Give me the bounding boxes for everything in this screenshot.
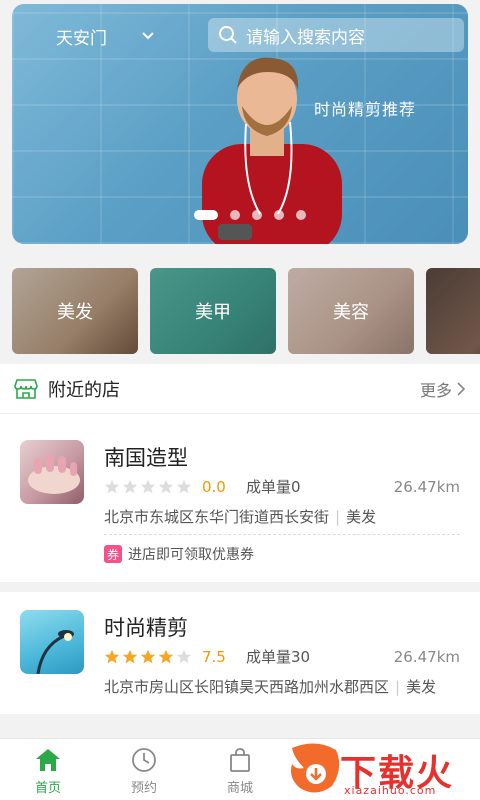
- address-text: 北京市东城区东华门街道西长安街: [104, 508, 330, 526]
- tab-label: 首页: [34, 781, 61, 796]
- more-label: 更多: [419, 380, 452, 400]
- order-count: 成单量30: [246, 648, 311, 666]
- star-icon: [176, 479, 192, 493]
- shop-card[interactable]: 时尚精剪 7.5 成单量30 26.47km 北京市房山区长阳镇昊天西路加州水郡…: [0, 592, 480, 714]
- star-icon: [176, 649, 192, 663]
- shop-thumbnail: [20, 440, 84, 504]
- shop-name: 时尚精剪: [104, 616, 188, 640]
- hero-banner[interactable]: 天安门 请输入搜索内容 时尚精剪推荐: [12, 4, 468, 244]
- coupon-row[interactable]: 券 进店即可领取优惠券: [104, 544, 254, 564]
- carousel-dot[interactable]: [230, 210, 240, 220]
- home-icon: [36, 749, 60, 771]
- star-icon: [158, 479, 174, 493]
- carousel-indicator[interactable]: [194, 210, 306, 220]
- shopping-bag-icon: [230, 748, 250, 772]
- banner-caption: 时尚精剪推荐: [313, 100, 416, 119]
- carousel-dot[interactable]: [274, 210, 284, 220]
- rating-value: 7.5: [202, 647, 226, 666]
- category-nail[interactable]: 美甲: [150, 268, 276, 354]
- star-rating: [104, 479, 192, 495]
- category-label: 美容: [333, 302, 369, 323]
- divider: [104, 534, 460, 535]
- star-icon: [140, 479, 156, 493]
- tab-mall[interactable]: 商城: [192, 739, 288, 800]
- section-title: 附近的店: [48, 379, 120, 401]
- coupon-badge: 券: [104, 545, 122, 563]
- category-label: 美发: [57, 302, 93, 323]
- more-link[interactable]: 更多: [420, 377, 466, 401]
- search-icon: [219, 26, 237, 44]
- category-hair[interactable]: 美发: [12, 268, 138, 354]
- shop-card[interactable]: 南国造型 0.0 成单量0 26.47km 北京市东城区东华门街道西长安街 | 美发…: [0, 414, 480, 582]
- shop-address: 北京市房山区长阳镇昊天西路加州水郡西区 | 美发: [104, 678, 437, 696]
- shop-meta: 7.5 成单量30: [104, 646, 310, 667]
- order-count: 成单量0: [246, 478, 301, 496]
- tab-booking[interactable]: 预约: [96, 739, 192, 800]
- star-icon: [122, 479, 138, 493]
- address-text: 北京市房山区长阳镇昊天西路加州水郡西区: [104, 678, 390, 696]
- tab-label: 预约: [130, 781, 157, 796]
- carousel-dot[interactable]: [296, 210, 306, 220]
- search-input[interactable]: 请输入搜索内容: [208, 18, 464, 52]
- shop-name: 南国造型: [104, 446, 188, 470]
- shop-category: 美发: [346, 508, 377, 526]
- shop-address: 北京市东城区东华门街道西长安街 | 美发: [104, 508, 377, 526]
- carousel-dot[interactable]: [252, 210, 262, 220]
- star-rating: [104, 649, 192, 665]
- search-placeholder: 请输入搜索内容: [246, 27, 365, 48]
- category-strip[interactable]: 美发 美甲 美容 美: [12, 268, 480, 354]
- star-icon: [104, 649, 120, 663]
- category-label: 美甲: [195, 302, 231, 323]
- star-icon: [122, 649, 138, 663]
- store-icon: [14, 378, 38, 399]
- star-icon: [158, 649, 174, 663]
- category-makeup[interactable]: 美: [426, 268, 480, 354]
- tab-label: 商城: [226, 781, 253, 796]
- nearby-shops-header: 附近的店 更多: [0, 364, 480, 414]
- distance: 26.47km: [393, 648, 460, 666]
- location-label: 天安门: [56, 28, 107, 49]
- location-selector[interactable]: 天安门: [56, 22, 155, 50]
- watermark-subtitle: xiazaihuo.com: [344, 784, 437, 797]
- distance: 26.47km: [393, 478, 460, 496]
- clock-icon: [132, 748, 156, 772]
- coupon-text: 进店即可领取优惠券: [128, 547, 254, 563]
- shop-meta: 0.0 成单量0: [104, 476, 301, 497]
- chevron-right-icon: [457, 381, 466, 396]
- shop-thumbnail: [20, 610, 84, 674]
- star-icon: [104, 479, 120, 493]
- tab-home[interactable]: 首页: [0, 739, 96, 800]
- carousel-dot[interactable]: [194, 210, 218, 220]
- shop-category: 美发: [406, 678, 437, 696]
- rating-value: 0.0: [202, 477, 226, 496]
- chevron-down-icon: [142, 32, 154, 40]
- star-icon: [140, 649, 156, 663]
- category-beauty[interactable]: 美容: [288, 268, 414, 354]
